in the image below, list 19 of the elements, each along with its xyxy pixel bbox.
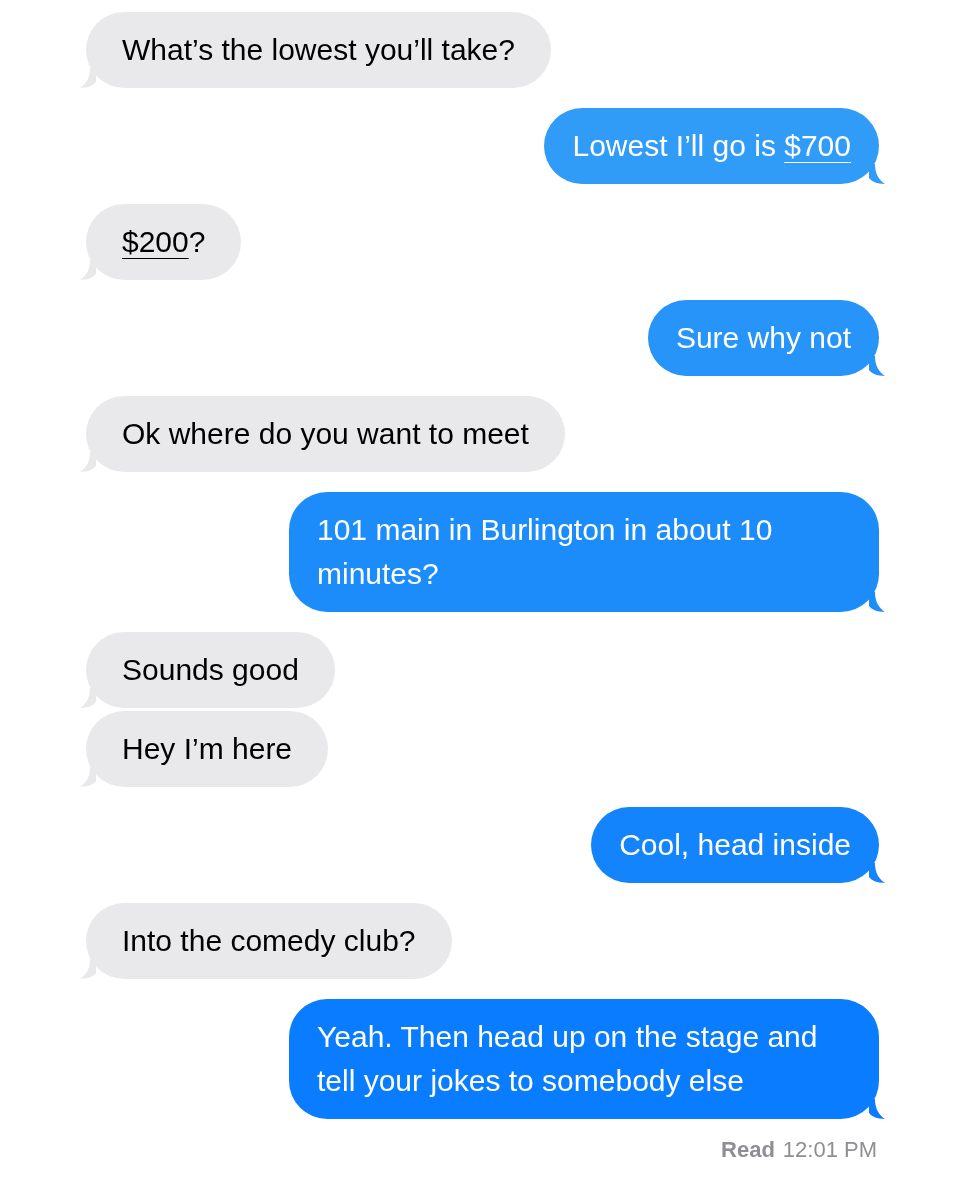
bubble-tail (869, 164, 885, 184)
message-bubble: Hey I’m here (86, 711, 329, 787)
bubble-tail (869, 1099, 885, 1119)
bubble-tail (869, 356, 885, 376)
message-bubble: Sounds good (86, 632, 335, 708)
bubble-tail (869, 592, 885, 612)
message-bubble: Sure why not (647, 300, 879, 376)
message-bubble: Into the comedy club? (86, 903, 452, 979)
read-label: Read (721, 1136, 775, 1164)
message-bubble: Lowest I’ll go is $700 (544, 108, 879, 184)
message-bubble: $200? (86, 204, 242, 280)
message-bubble: What’s the lowest you’ll take? (86, 12, 551, 88)
message-bubble: 101 main in Burlington in about 10 minutes? (289, 492, 879, 612)
message-bubble: Ok where do you want to meet (86, 396, 565, 472)
message-bubble: Yeah. Then head up on the stage and tell your jokes to somebody else (289, 999, 879, 1119)
message-bubble: Cool, head inside (591, 807, 879, 883)
message-link[interactable]: $200 (122, 225, 189, 258)
read-time: 12:01 PM (782, 1136, 877, 1164)
bubble-tail (869, 863, 885, 883)
